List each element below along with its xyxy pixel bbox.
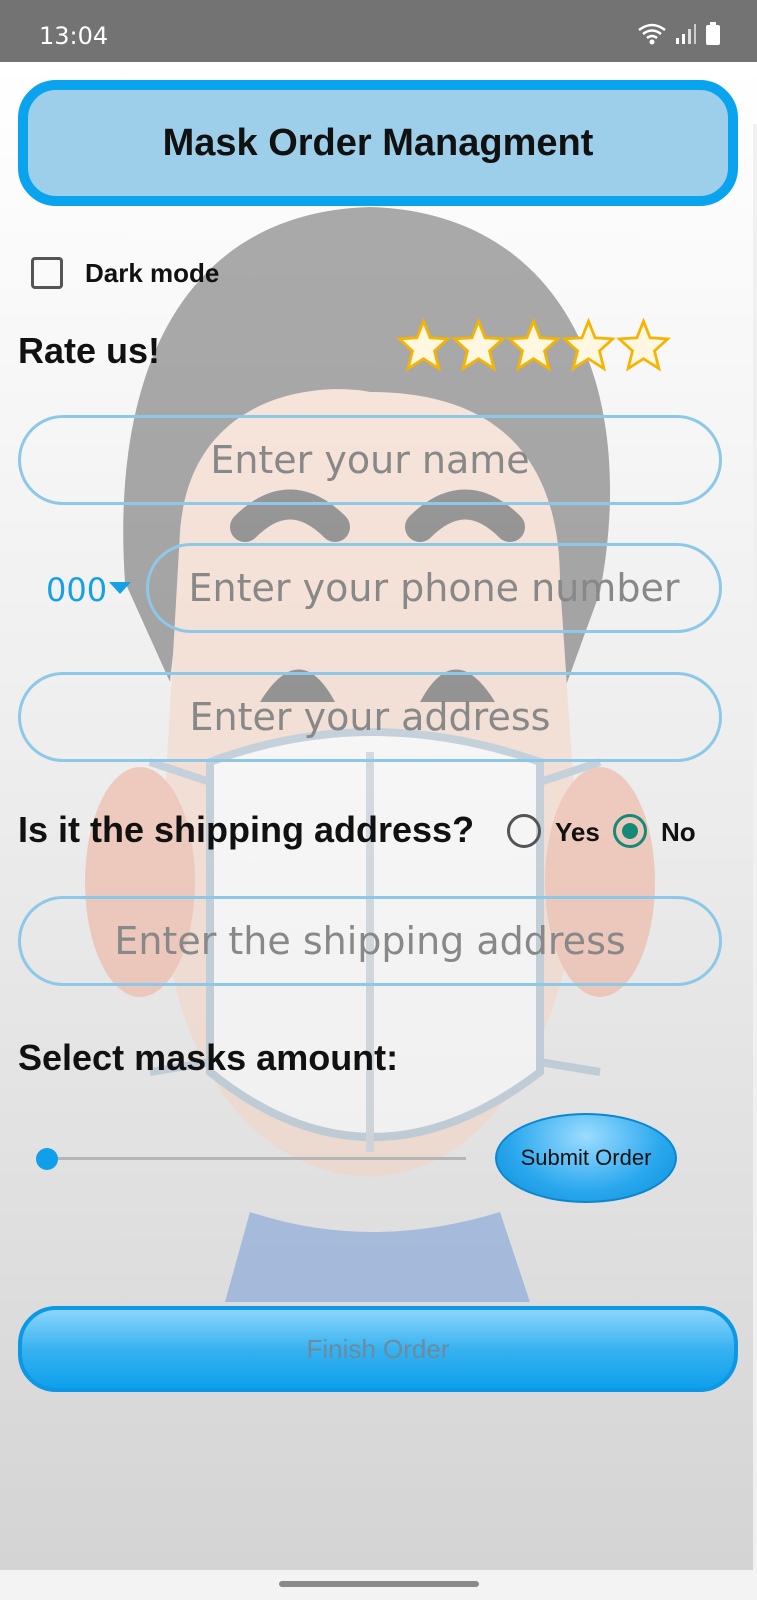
status-bar: 13:04 bbox=[0, 0, 757, 62]
country-code-value: 000 bbox=[46, 571, 108, 609]
finish-order-button[interactable]: Finish Order bbox=[18, 1306, 738, 1392]
finish-order-label: Finish Order bbox=[306, 1333, 450, 1364]
battery-icon bbox=[705, 22, 721, 51]
star-icon[interactable] bbox=[506, 318, 561, 373]
address-placeholder: Enter your address bbox=[189, 695, 551, 739]
dark-mode-toggle[interactable]: Dark mode bbox=[31, 257, 219, 289]
signal-icon bbox=[675, 23, 697, 50]
chevron-down-icon bbox=[109, 582, 132, 594]
status-icons bbox=[637, 22, 721, 51]
navigation-bar bbox=[0, 1570, 757, 1600]
name-placeholder: Enter your name bbox=[210, 438, 530, 482]
submit-order-label: Submit Order bbox=[520, 1145, 652, 1170]
masks-amount-label: Select masks amount: bbox=[18, 1037, 399, 1078]
name-field[interactable]: Enter your name bbox=[18, 415, 722, 505]
masks-amount-slider-track[interactable] bbox=[46, 1157, 466, 1160]
screen-edge bbox=[753, 124, 757, 1570]
dark-mode-label: Dark mode bbox=[85, 257, 220, 288]
rate-label: Rate us! bbox=[18, 330, 161, 371]
shipping-address-field[interactable]: Enter the shipping address bbox=[18, 896, 722, 986]
submit-order-button[interactable]: Submit Order bbox=[495, 1113, 677, 1203]
shipping-no-label[interactable]: No bbox=[661, 817, 696, 848]
header-card: Mask Order Managment bbox=[18, 80, 738, 206]
page-title: Mask Order Managment bbox=[162, 121, 594, 164]
home-handle[interactable] bbox=[279, 1581, 479, 1587]
country-code-dropdown[interactable]: 000 bbox=[46, 571, 132, 609]
shipping-question: Is it the shipping address? bbox=[18, 809, 475, 850]
status-time: 13:04 bbox=[39, 22, 109, 50]
star-icon[interactable] bbox=[396, 318, 451, 373]
shipping-yes-label[interactable]: Yes bbox=[555, 817, 600, 848]
wifi-icon bbox=[637, 22, 667, 51]
dark-mode-checkbox[interactable] bbox=[31, 257, 63, 289]
phone-field[interactable]: Enter your phone number bbox=[146, 543, 722, 633]
shipping-no-radio[interactable] bbox=[613, 814, 647, 848]
star-icon[interactable] bbox=[561, 318, 616, 373]
shipping-address-placeholder: Enter the shipping address bbox=[114, 919, 626, 963]
address-field[interactable]: Enter your address bbox=[18, 672, 722, 762]
masks-amount-slider-thumb[interactable] bbox=[36, 1148, 58, 1170]
star-icon[interactable] bbox=[451, 318, 506, 373]
star-icon[interactable] bbox=[616, 318, 671, 373]
phone-placeholder: Enter your phone number bbox=[188, 566, 680, 610]
shipping-yes-radio[interactable] bbox=[507, 814, 541, 848]
rating-stars[interactable] bbox=[396, 318, 671, 373]
